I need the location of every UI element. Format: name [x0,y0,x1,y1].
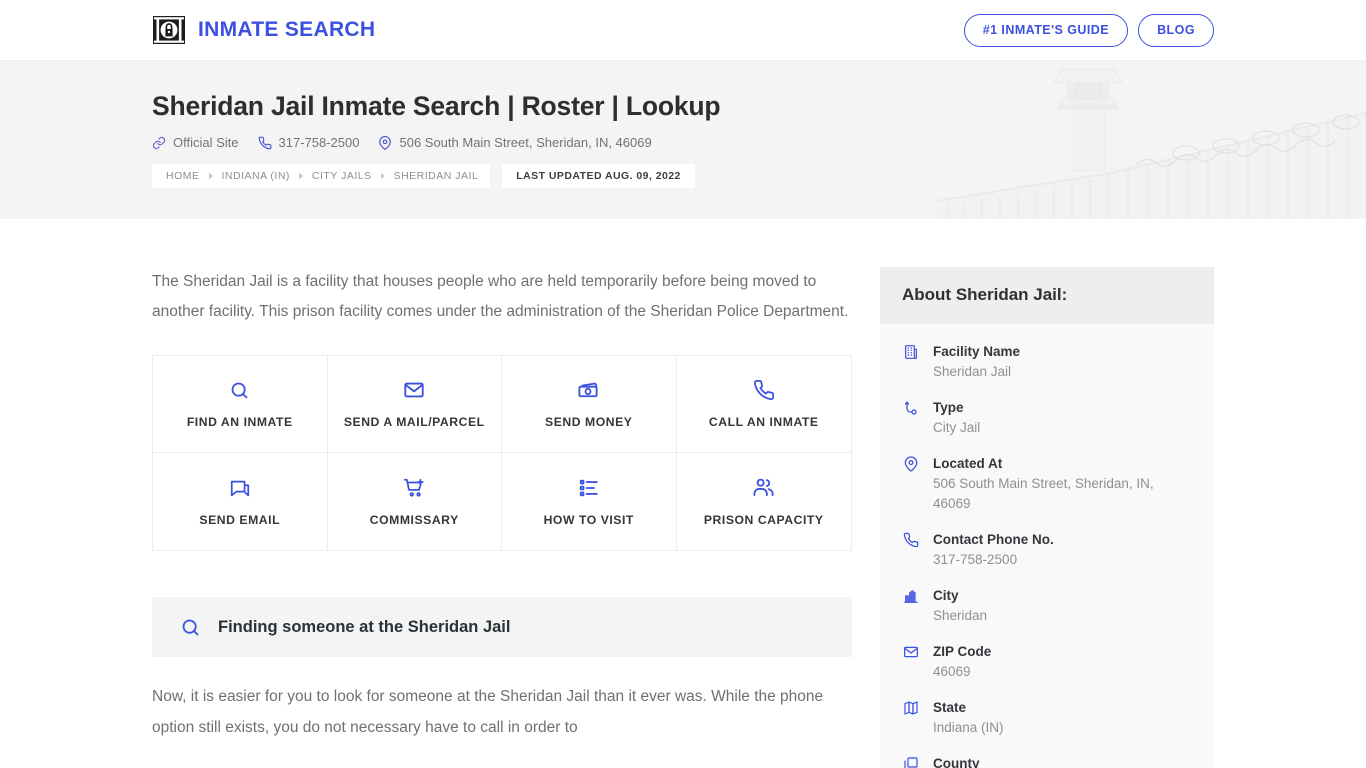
page-title: Sheridan Jail Inmate Search | Roster | L… [152,91,721,121]
phone-number: 317-758-2500 [278,135,360,150]
section-paragraph: Now, it is easier for you to look for so… [152,688,824,736]
inmates-guide-button[interactable]: #1 INMATE'S GUIDE [963,13,1129,47]
fact-zip-code: ZIP Code 46069 [902,642,1192,682]
action-label: COMMISSARY [369,512,459,527]
site-header: INMATE SEARCH #1 INMATE'S GUIDE BLOG [0,0,1366,61]
search-icon [229,379,250,401]
fact-value: 506 South Main Street, Sheridan, IN, 460… [933,476,1154,511]
jail-padlock-logo-icon [152,14,186,46]
banknote-icon [577,379,600,401]
last-updated-badge: LAST UPDATED AUG. 09, 2022 [502,164,695,188]
chevron-right-icon [298,173,303,179]
list-icon [578,477,600,499]
action-commissary[interactable]: COMMISSARY [327,453,502,550]
header-actions: #1 INMATE'S GUIDE BLOG [963,13,1214,47]
fact-county: County Hamilton County [902,754,1192,768]
action-label: FIND AN INMATE [186,415,293,429]
map-icon [902,698,920,716]
blog-button[interactable]: BLOG [1138,13,1214,47]
chevron-right-icon [208,173,213,179]
about-panel-header: About Sheridan Jail: [880,267,1214,324]
intro-paragraph: The Sheridan Jail is a facility that hou… [152,273,849,320]
action-label: SEND MONEY [545,415,633,429]
fact-value: City Jail [933,420,981,435]
chevron-right-icon [380,173,385,179]
address-text: 506 South Main Street, Sheridan, IN, 460… [399,135,652,150]
content-wrapper: The Sheridan Jail is a facility that hou… [0,219,1366,768]
fact-value: Sheridan [933,608,988,623]
phone-icon [902,530,920,548]
about-panel: About Sheridan Jail: Facility Name Sheri… [880,219,1214,768]
users-icon [752,477,775,499]
fact-label: Contact Phone No. [933,532,1054,547]
action-label: CALL AN INMATE [708,415,819,429]
fact-label: Facility Name [933,344,1021,359]
envelope-icon [403,379,425,401]
breadcrumb-item-indiana[interactable]: INDIANA (IN) [222,170,290,182]
building-grid-icon [902,342,920,360]
sitemap-icon [902,398,920,416]
action-prison-capacity[interactable]: PRISON CAPACITY [676,453,851,550]
phone-icon [753,379,775,401]
fact-label: Type [933,400,964,415]
hero-meta: Official Site 317-758-2500 506 South Mai… [152,135,1214,150]
main-column: The Sheridan Jail is a facility that hou… [152,219,852,743]
official-site-label: Official Site [173,135,239,150]
action-send-a-mail-parcel[interactable]: SEND A MAIL/PARCEL [327,356,502,453]
breadcrumb-item-city-jails[interactable]: CITY JAILS [312,170,372,182]
fact-label: ZIP Code [933,644,992,659]
fact-located-at: Located At 506 South Main Street, Sherid… [902,454,1192,514]
section-heading-finding-someone: Finding someone at the Sheridan Jail [152,597,852,657]
action-label: SEND A MAIL/PARCEL [343,415,485,429]
fact-value: 317-758-2500 [933,552,1018,567]
phone-meta[interactable]: 317-758-2500 [258,135,360,150]
fact-value: Indiana (IN) [933,720,1004,735]
about-panel-body: Facility Name Sheridan Jail Type City Ja… [880,324,1214,768]
action-label: PRISON CAPACITY [703,512,824,527]
action-label: HOW TO VISIT [543,512,634,527]
shopping-cart-icon [403,477,425,499]
fact-label: County [933,756,980,768]
breadcrumb-item-sheridan-jail[interactable]: SHERIDAN JAIL [394,170,479,182]
action-find-an-inmate[interactable]: FIND AN INMATE [153,356,328,453]
phone-icon [258,136,272,150]
fact-city: City Sheridan [902,586,1192,626]
fact-label: State [933,700,967,715]
fact-label: Located At [933,456,1003,471]
breadcrumb-strip: HOME INDIANA (IN) CITY JAILS SHERIDAN JA… [152,164,491,188]
breadcrumb-item-home[interactable]: HOME [166,170,200,182]
page-hero: Sheridan Jail Inmate Search | Roster | L… [0,61,1366,219]
fact-type: Type City Jail [902,398,1192,438]
city-icon [902,586,920,604]
brand-name: INMATE SEARCH [198,18,376,41]
fact-label: City [933,588,959,603]
quick-actions-grid: FIND AN INMATE SEND A MAIL/PARCEL SEND M… [152,355,852,551]
official-site-meta[interactable]: Official Site [152,135,239,150]
about-panel-title: About Sheridan Jail: [902,285,1068,304]
map-pin-icon [378,135,392,150]
fact-value: Sheridan Jail [933,364,1012,379]
action-send-email[interactable]: SEND EMAIL [153,453,328,550]
fact-state: State Indiana (IN) [902,698,1192,738]
breadcrumb: HOME INDIANA (IN) CITY JAILS SHERIDAN JA… [152,164,695,188]
search-icon [180,617,201,638]
action-label: SEND EMAIL [199,512,281,527]
fact-contact-phone: Contact Phone No. 317-758-2500 [902,530,1192,570]
action-how-to-visit[interactable]: HOW TO VISIT [502,453,677,550]
action-send-money[interactable]: SEND MONEY [502,356,677,453]
envelope-icon [902,642,920,660]
fact-facility-name: Facility Name Sheridan Jail [902,342,1192,382]
section-title: Finding someone at the Sheridan Jail [218,617,511,636]
brand-logo-link[interactable]: INMATE SEARCH [152,14,375,46]
chat-bubble-icon [229,477,251,499]
map-pin-icon [902,454,920,472]
address-meta[interactable]: 506 South Main Street, Sheridan, IN, 460… [378,135,652,150]
fact-value: 46069 [933,664,971,679]
action-call-an-inmate[interactable]: CALL AN INMATE [676,356,851,453]
link-icon [152,136,166,150]
copy-icon [902,754,920,768]
